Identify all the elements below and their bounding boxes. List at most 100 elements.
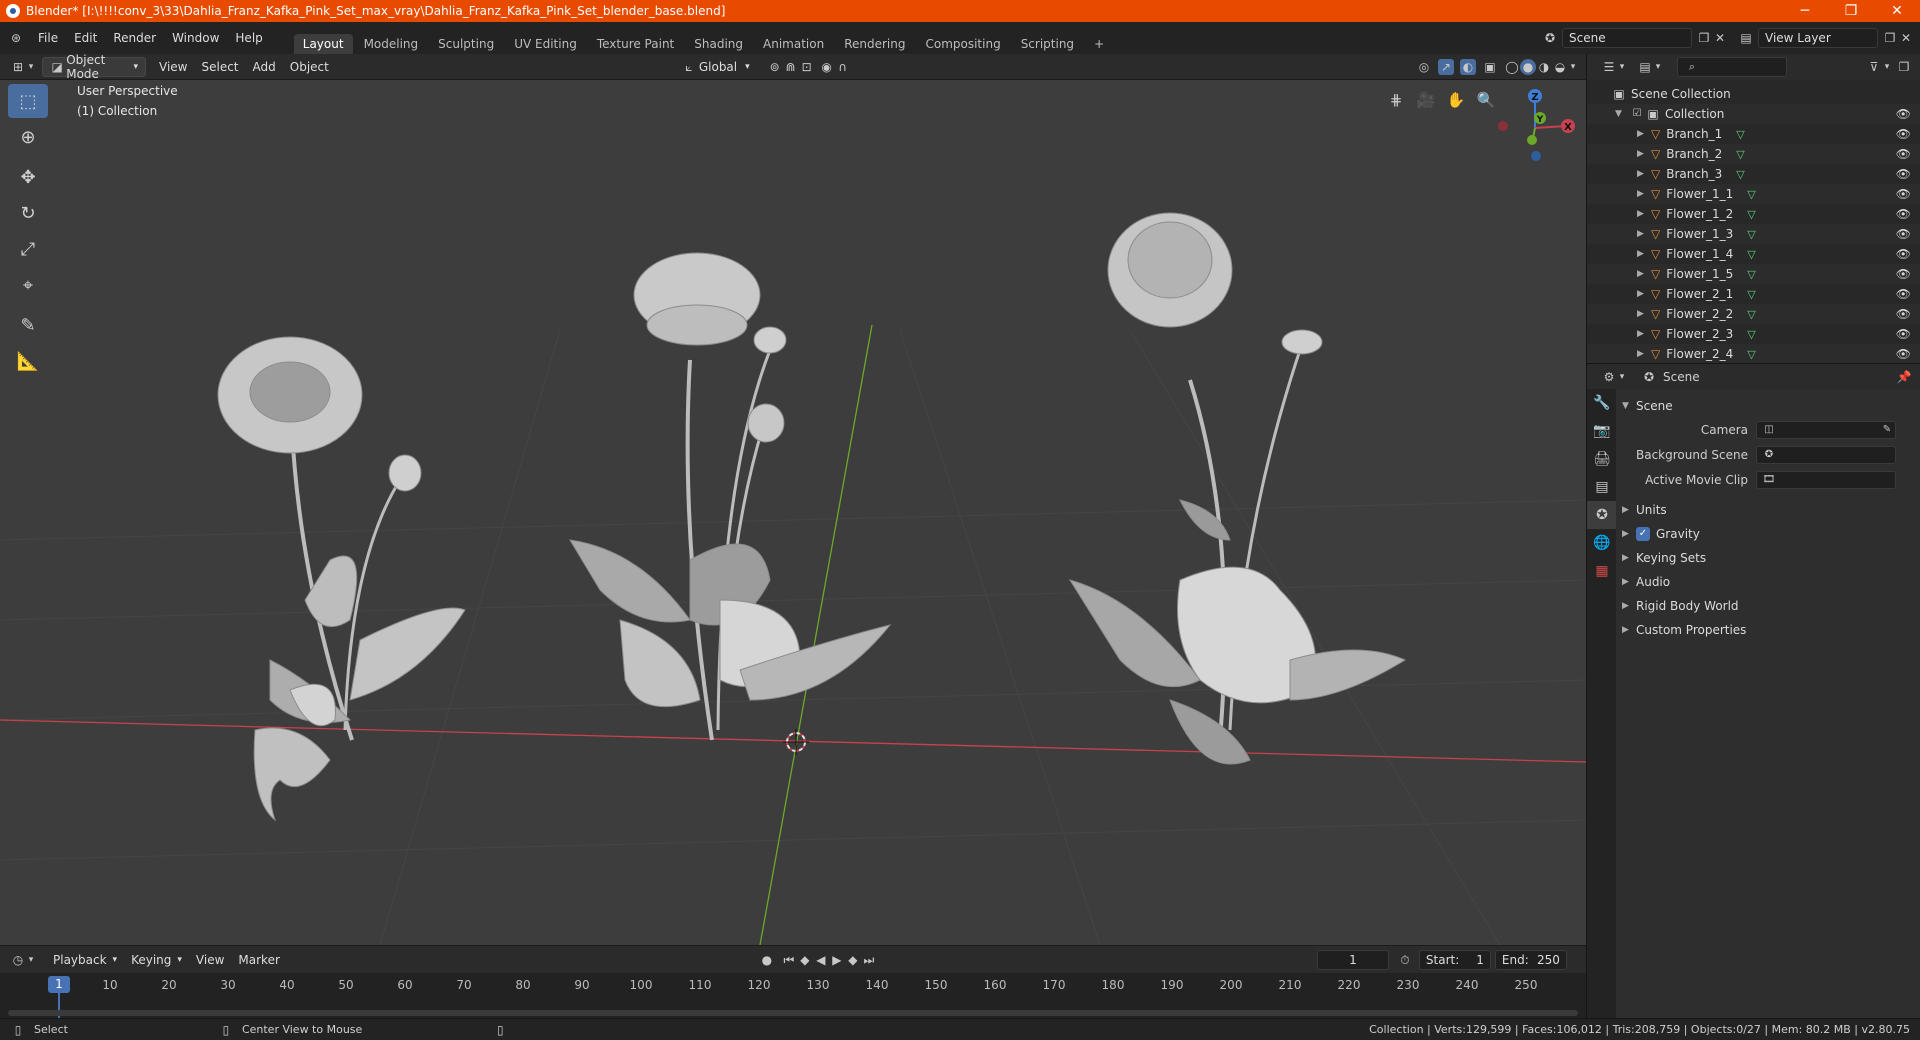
expand-arrow-icon[interactable]: ▶ [1637, 129, 1651, 139]
background-scene-field[interactable]: ✪ [1756, 446, 1896, 464]
outliner-object-row[interactable]: ▶ ▽ Flower_1_1 ▽ 👁 [1587, 184, 1920, 204]
outliner-object-row[interactable]: ▶ ▽ Flower_1_2 ▽ 👁 [1587, 204, 1920, 224]
outliner-object-row[interactable]: ▶ ▽ Flower_2_3 ▽ 👁 [1587, 324, 1920, 344]
checkbox-icon[interactable]: ☑ [1629, 106, 1645, 122]
end-frame-field[interactable]: End: 250 [1494, 949, 1567, 970]
menu-view[interactable]: View [152, 57, 194, 77]
render-tab-icon[interactable]: 📷 [1587, 417, 1617, 445]
start-frame-field[interactable]: Start: 1 [1418, 949, 1491, 970]
delete-view-layer-icon[interactable]: ✕ [1898, 30, 1914, 46]
jump-start-icon[interactable]: ⏮ [781, 952, 797, 968]
eye-icon[interactable]: 👁 [1896, 227, 1911, 241]
transform-orientation-dropdown[interactable]: ⟀ Global ▾ [674, 57, 757, 77]
expand-arrow-icon[interactable]: ▶ [1637, 149, 1651, 159]
measure-tool[interactable]: 📐 [8, 344, 48, 378]
eyedropper-icon[interactable]: ✎ [1879, 422, 1895, 438]
tab-sculpting[interactable]: Sculpting [429, 34, 503, 54]
3d-viewport[interactable]: User Perspective (1) Collection [0, 80, 1586, 945]
expand-arrow-icon[interactable]: ▼ [1615, 109, 1629, 119]
expand-arrow-icon[interactable]: ▶ [1637, 329, 1651, 339]
mesh-data-icon[interactable]: ▽ [1747, 328, 1755, 341]
display-mode-icon[interactable]: ▤ [1637, 59, 1653, 75]
gizmo-neg-x-handle[interactable] [1498, 121, 1508, 131]
menu-add[interactable]: Add [246, 57, 283, 77]
eye-icon[interactable]: 👁 [1896, 147, 1911, 161]
tool-tab-icon[interactable]: 🔧 [1587, 389, 1617, 417]
menu-select[interactable]: Select [194, 57, 245, 77]
camera-view-icon[interactable]: 🎥 [1412, 88, 1440, 112]
rigid-body-world-panel[interactable]: ▶ Rigid Body World [1622, 595, 1914, 617]
audio-panel[interactable]: ▶ Audio [1622, 571, 1914, 593]
scene-tab-icon[interactable]: ✪ [1587, 501, 1617, 529]
timeline-editor-icon[interactable]: ◷ [10, 952, 26, 968]
outliner-scene-collection[interactable]: ▣ Scene Collection [1587, 84, 1920, 104]
expand-arrow-icon[interactable]: ▶ [1637, 249, 1651, 259]
overlay-toggle-icon[interactable]: ◐ [1460, 58, 1476, 75]
outliner-object-row[interactable]: ▶ ▽ Flower_2_4 ▽ 👁 [1587, 344, 1920, 363]
eye-icon[interactable]: 👁 [1896, 207, 1911, 221]
timeline-area[interactable]: 10 20 30 40 50 60 70 80 90 100 110 120 1… [0, 973, 1586, 1018]
mesh-data-icon[interactable]: ▽ [1747, 228, 1755, 241]
outliner-object-row[interactable]: ▶ ▽ Branch_1 ▽ 👁 [1587, 124, 1920, 144]
menu-window[interactable]: Window [164, 31, 227, 45]
outliner-collection[interactable]: ▼ ☑ ▣ Collection 👁 [1587, 104, 1920, 124]
cursor-tool[interactable]: ⊕ [8, 120, 48, 154]
tab-scripting[interactable]: Scripting [1012, 34, 1083, 54]
current-frame-field[interactable]: 1 [1316, 949, 1389, 970]
custom-properties-panel[interactable]: ▶ Custom Properties [1622, 619, 1914, 641]
mesh-data-icon[interactable]: ▽ [1736, 168, 1744, 181]
output-tab-icon[interactable]: 🖨 [1587, 445, 1617, 473]
mesh-data-icon[interactable]: ▽ [1747, 348, 1755, 361]
object-mode-dropdown[interactable]: ◪ Object Mode ▾ [42, 53, 146, 81]
add-workspace-button[interactable]: + [1085, 34, 1113, 54]
new-scene-icon[interactable]: ❐ [1696, 30, 1712, 46]
close-button[interactable]: ✕ [1874, 3, 1920, 19]
tab-layout[interactable]: Layout [293, 34, 353, 54]
stopwatch-icon[interactable]: ⏱ [1397, 952, 1413, 968]
outliner-object-row[interactable]: ▶ ▽ Flower_2_2 ▽ 👁 [1587, 304, 1920, 324]
expand-arrow-icon[interactable]: ▶ [1637, 229, 1651, 239]
rotate-tool[interactable]: ↻ [8, 196, 48, 230]
tab-rendering[interactable]: Rendering [835, 34, 914, 54]
filter-icon[interactable]: ⊽ [1866, 59, 1882, 75]
outliner-object-row[interactable]: ▶ ▽ Flower_2_1 ▽ 👁 [1587, 284, 1920, 304]
tab-compositing[interactable]: Compositing [916, 34, 1009, 54]
menu-edit[interactable]: Edit [66, 31, 105, 45]
mesh-data-icon[interactable]: ▽ [1747, 288, 1755, 301]
next-keyframe-icon[interactable]: ◆ [845, 952, 861, 968]
transform-tool[interactable]: ⌖ [8, 268, 48, 302]
active-movie-clip-field[interactable]: 🎞 [1756, 471, 1896, 489]
outliner-object-row[interactable]: ▶ ▽ Flower_1_5 ▽ 👁 [1587, 264, 1920, 284]
select-box-tool[interactable]: ⬚ [8, 84, 48, 118]
eye-icon[interactable]: 👁 [1896, 127, 1911, 141]
units-panel[interactable]: ▶ Units [1622, 499, 1914, 521]
outliner-editor-icon[interactable]: ☰ [1601, 59, 1617, 75]
xray-toggle-icon[interactable]: ▣ [1482, 59, 1498, 75]
tab-modeling[interactable]: Modeling [355, 34, 428, 54]
world-tab-icon[interactable]: 🌐 [1587, 529, 1617, 557]
expand-arrow-icon[interactable]: ▶ [1637, 189, 1651, 199]
expand-arrow-icon[interactable]: ▶ [1637, 169, 1651, 179]
outliner-object-row[interactable]: ▶ ▽ Branch_3 ▽ 👁 [1587, 164, 1920, 184]
tab-shading[interactable]: Shading [685, 34, 752, 54]
playhead-frame[interactable]: 1 [48, 976, 70, 993]
texture-tab-icon[interactable]: ▦ [1587, 557, 1617, 585]
record-icon[interactable]: ● [759, 952, 775, 968]
gizmo-toggle-icon[interactable]: ↗ [1438, 58, 1454, 75]
delete-scene-icon[interactable]: ✕ [1712, 30, 1728, 46]
pivot-point-icon[interactable]: ⊚ [767, 59, 783, 75]
menu-render[interactable]: Render [105, 31, 164, 45]
move-tool[interactable]: ✥ [8, 160, 48, 194]
eye-icon[interactable]: 👁 [1896, 267, 1911, 281]
expand-arrow-icon[interactable]: ▶ [1637, 209, 1651, 219]
new-collection-icon[interactable]: ❐ [1896, 59, 1912, 75]
navigation-gizmo[interactable]: Z X Y [1490, 86, 1580, 166]
view-layer-tab-icon[interactable]: ▤ [1587, 473, 1617, 501]
view-layer-selector[interactable]: View Layer [1758, 28, 1878, 48]
gravity-panel[interactable]: ▶ ✓ Gravity [1622, 523, 1914, 545]
gizmo-neg-z-handle[interactable] [1531, 151, 1541, 161]
camera-field[interactable]: ◫ ✎ [1756, 421, 1896, 439]
scene-selector[interactable]: Scene [1562, 28, 1692, 48]
keying-sets-panel[interactable]: ▶ Keying Sets [1622, 547, 1914, 569]
menu-playback[interactable]: Playback ▾ [46, 950, 124, 970]
